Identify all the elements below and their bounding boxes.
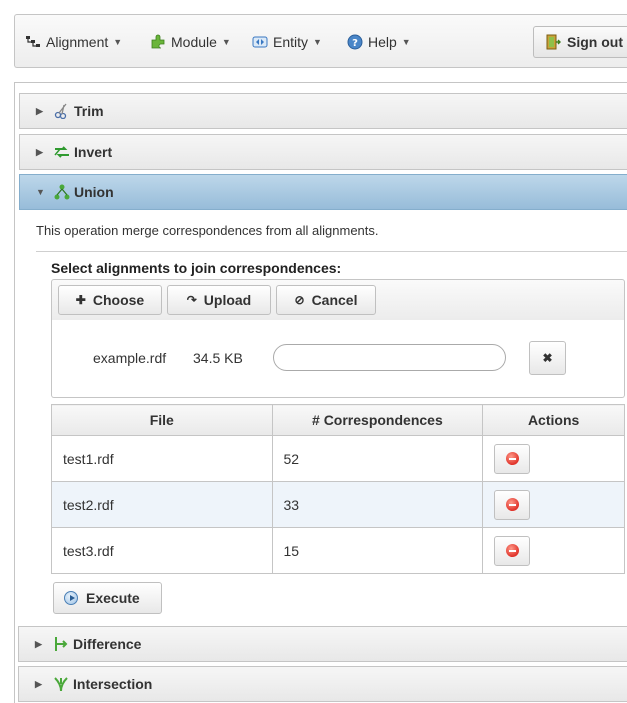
union-description: This operation merge correspondences fro… [36, 223, 379, 238]
remove-pending-file-button[interactable]: ✖ [529, 341, 566, 375]
column-header-actions: Actions [482, 404, 625, 436]
menu-module-label: Module [171, 34, 217, 50]
cell-count: 52 [271, 435, 484, 482]
triangle-right-icon: ▶ [35, 678, 42, 689]
menu-help-label: Help [368, 34, 397, 50]
menubar: Alignment ▼ Module ▼ Entity ▼ ? Help ▼ S… [14, 14, 627, 68]
sign-out-label: Sign out [567, 34, 623, 50]
pending-file-name: example.rdf [93, 350, 167, 366]
divider [36, 251, 627, 252]
triangle-right-icon: ▶ [36, 105, 43, 116]
remove-row-button[interactable] [494, 443, 531, 474]
choose-label: Choose [92, 292, 145, 308]
cell-actions [482, 527, 625, 574]
triangle-right-icon: ▶ [35, 638, 42, 649]
table-row: test3.rdf 15 [51, 527, 625, 574]
panel-title: Intersection [73, 676, 153, 692]
cancel-button[interactable]: ⊘ Cancel [276, 285, 376, 315]
chevron-down-icon: ▼ [221, 37, 231, 47]
upload-button[interactable]: ↷ Upload [167, 285, 271, 315]
remove-icon [505, 544, 519, 557]
remove-icon [505, 498, 519, 511]
column-header-correspondences: # Correspondences [271, 404, 484, 436]
remove-icon [505, 452, 519, 465]
execute-button[interactable]: Execute [53, 582, 162, 614]
union-icon [54, 184, 70, 200]
cell-file: test2.rdf [51, 481, 273, 528]
choose-button[interactable]: ✚ Choose [58, 285, 162, 315]
remove-row-button[interactable] [494, 489, 531, 520]
panel-title: Invert [74, 144, 113, 160]
upload-toolbar: ✚ Choose ↷ Upload ⊘ Cancel [51, 279, 625, 321]
panel-header-trim[interactable]: ▶ Trim [19, 93, 627, 129]
panel-title: Trim [74, 103, 104, 119]
menu-entity-label: Entity [273, 34, 309, 50]
scissors-icon [54, 103, 70, 119]
cell-actions [482, 435, 625, 482]
cell-count: 15 [271, 527, 484, 574]
plus-icon: ✚ [75, 293, 86, 307]
table-header-row: File # Correspondences Actions [51, 404, 625, 436]
entity-icon [252, 34, 268, 50]
select-alignments-label: Select alignments to join correspondence… [51, 260, 342, 276]
close-icon: ✖ [542, 351, 553, 365]
svg-text:?: ? [352, 38, 358, 49]
alignment-icon [25, 34, 41, 50]
intersection-icon [53, 676, 69, 692]
help-icon: ? [347, 34, 363, 50]
panel-title: Difference [73, 636, 142, 652]
panel-header-union[interactable]: ▼ Union [19, 174, 627, 210]
cell-count: 33 [271, 481, 484, 528]
pending-file-size: 34.5 KB [193, 350, 243, 366]
triangle-down-icon: ▼ [36, 187, 45, 197]
panel-header-difference[interactable]: ▶ Difference [18, 626, 627, 662]
triangle-right-icon: ▶ [36, 146, 43, 157]
sign-out-button[interactable]: Sign out [533, 26, 627, 58]
remove-row-button[interactable] [494, 535, 531, 566]
panel-title: Union [74, 184, 114, 200]
cell-actions [482, 481, 625, 528]
menu-entity[interactable]: Entity ▼ [252, 31, 322, 53]
panel-header-invert[interactable]: ▶ Invert [19, 134, 627, 170]
invert-icon [54, 144, 70, 160]
chevron-down-icon: ▼ [113, 37, 123, 47]
table-row: test2.rdf 33 [51, 481, 625, 528]
cancel-icon: ⊘ [294, 293, 305, 307]
chevron-down-icon: ▼ [401, 37, 411, 47]
play-icon [64, 591, 78, 605]
puzzle-icon [150, 34, 166, 50]
cancel-label: Cancel [311, 292, 358, 308]
execute-label: Execute [86, 590, 140, 606]
cell-file: test3.rdf [51, 527, 273, 574]
difference-icon [53, 636, 69, 652]
cell-file: test1.rdf [51, 435, 273, 482]
chevron-down-icon: ▼ [313, 37, 322, 47]
menu-help[interactable]: ? Help ▼ [347, 31, 411, 53]
upload-label: Upload [203, 292, 252, 308]
alignments-table: File # Correspondences Actions test1.rdf… [51, 404, 625, 574]
menu-module[interactable]: Module ▼ [150, 31, 231, 53]
menu-alignment[interactable]: Alignment ▼ [25, 31, 122, 53]
upload-progress-bar [273, 344, 506, 371]
panel-header-intersection[interactable]: ▶ Intersection [18, 666, 627, 702]
table-row: test1.rdf 52 [51, 435, 625, 482]
upload-arrow-icon: ↷ [186, 293, 197, 307]
menu-alignment-label: Alignment [46, 34, 109, 50]
upload-file-list: example.rdf 34.5 KB ✖ [51, 320, 625, 398]
column-header-file: File [51, 404, 273, 436]
door-exit-icon [545, 34, 561, 50]
